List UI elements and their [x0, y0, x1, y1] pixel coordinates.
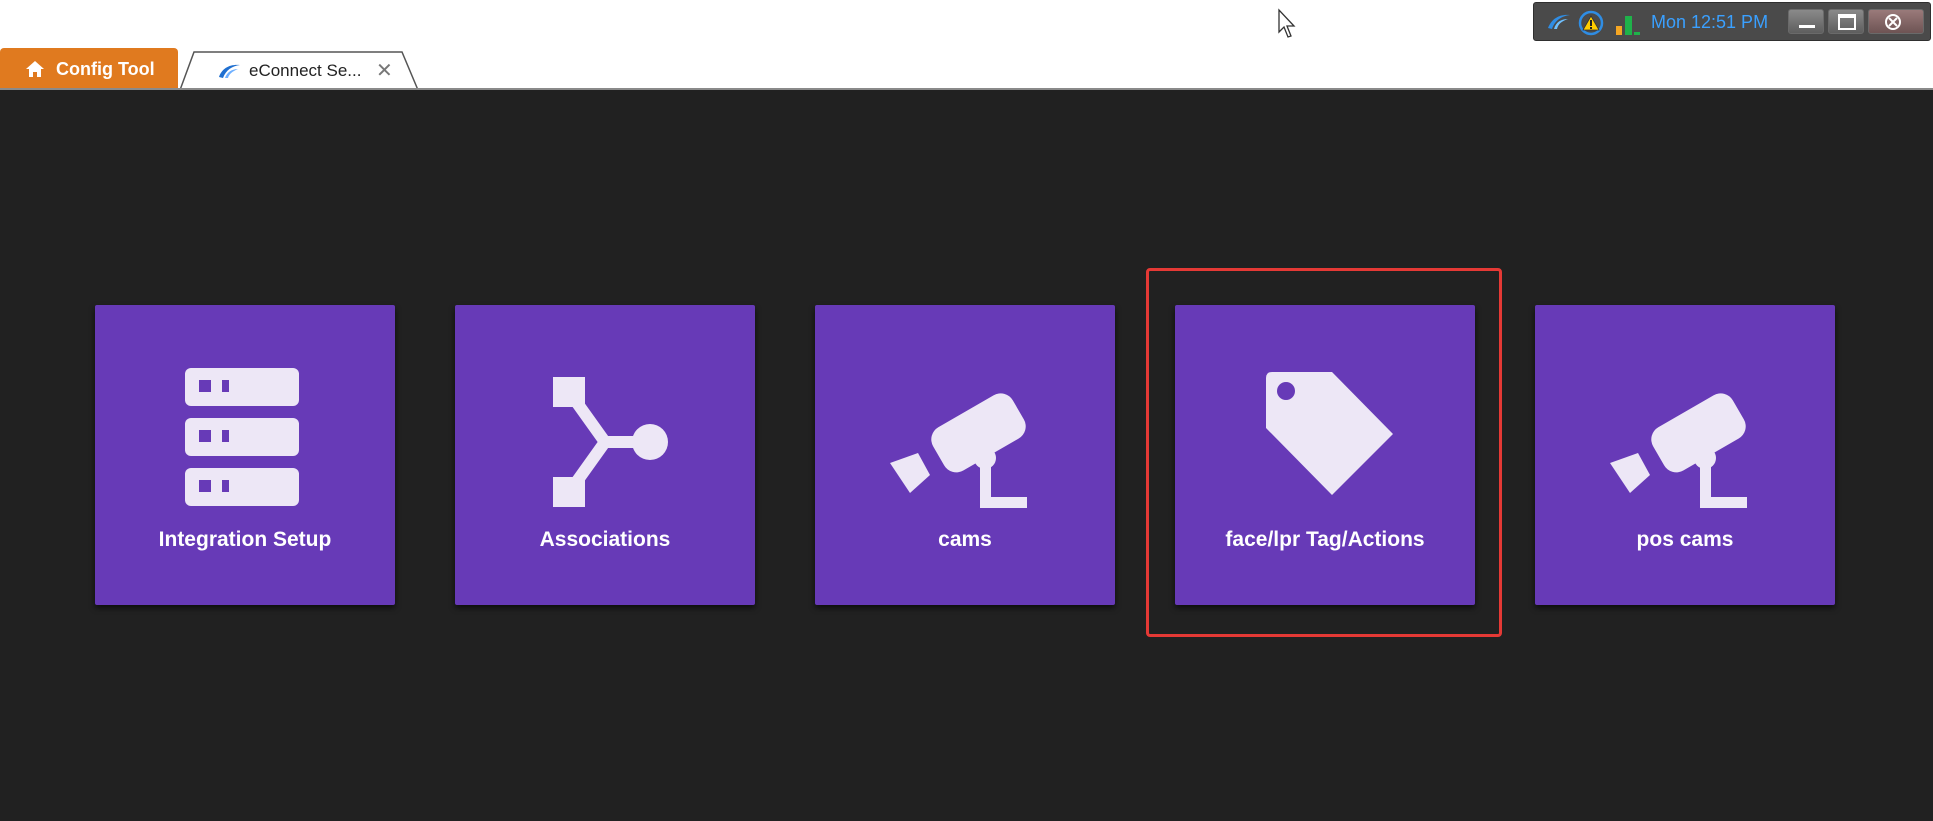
warning-icon[interactable]: [1578, 10, 1604, 36]
maximize-icon: [1838, 14, 1856, 30]
tile-label: pos cams: [1636, 528, 1734, 551]
tile-label: Integration Setup: [158, 528, 332, 551]
tray-clock[interactable]: Mon 12:51 PM: [1651, 12, 1768, 33]
close-icon: [1885, 14, 1901, 30]
camera-icon: [1610, 393, 1747, 508]
tab-close-icon[interactable]: ✕: [376, 58, 393, 83]
minimize-button[interactable]: [1788, 9, 1824, 34]
tab-econnect-label: eConnect Se...: [249, 61, 362, 80]
tile-label: cams: [938, 528, 992, 551]
home-icon: [26, 61, 44, 77]
title-bar: Mon 12:51 PM Config Tool eConnect Se... …: [0, 0, 1933, 90]
tile-label: Associations: [539, 528, 671, 551]
minimize-icon: [1799, 25, 1815, 28]
association-icon: [553, 377, 668, 507]
close-window-button[interactable]: [1868, 9, 1924, 34]
tile-associations[interactable]: Associations: [455, 305, 755, 605]
econnect-logo-icon[interactable]: [1546, 12, 1572, 32]
system-tray: Mon 12:51 PM: [1533, 2, 1931, 41]
maximize-button[interactable]: [1828, 9, 1864, 34]
camera-icon: [890, 393, 1027, 508]
tab-config-tool-label: Config Tool: [56, 59, 155, 79]
tab-config-tool[interactable]: Config Tool: [0, 48, 178, 90]
econnect-logo-icon: [219, 64, 240, 78]
tile-pos-cams[interactable]: pos cams: [1535, 305, 1835, 605]
highlight-box: [1146, 268, 1502, 637]
server-stack-icon: [185, 368, 299, 506]
signal-bars-icon[interactable]: [1612, 12, 1642, 36]
tile-integration-setup[interactable]: Integration Setup: [95, 305, 395, 605]
tab-econnect[interactable]: eConnect Se... ✕: [180, 50, 418, 90]
tile-cams[interactable]: cams: [815, 305, 1115, 605]
tile-panel: Integration Setup Associations cams face…: [0, 88, 1933, 821]
mouse-cursor-icon: [1278, 8, 1296, 38]
